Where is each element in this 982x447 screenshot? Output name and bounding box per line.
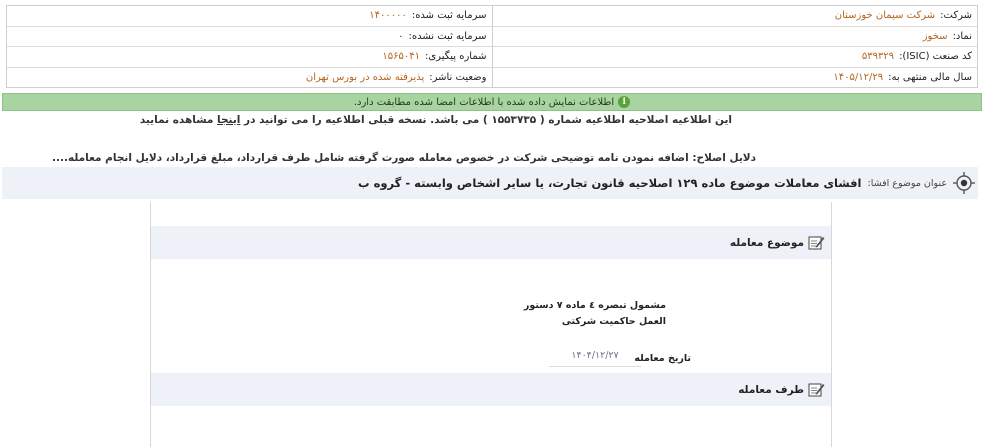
section-deal-party: طرف معامله [151,373,831,406]
info-icon: i [618,96,631,108]
verification-notice: i اطلاعات نمایش داده شده با اطلاعات امضا… [2,93,982,111]
publisher-status-label: وضعیت ناشر: [429,71,487,83]
info-row-isic: کد صنعت (ISIC): ۵۳۹۳۲۹ [492,47,977,68]
deal-date-value: ۱۴۰۴/۱۲/۲۷ [549,350,641,367]
disclosure-subject-label: عنوان موضوع افشا: [867,177,948,189]
verification-notice-text: اطلاعات نمایش داده شده با اطلاعات امضا ش… [353,96,615,108]
info-row-registered-capital: سرمایه ثبت شده: ۱۴۰۰۰۰۰ [7,6,492,27]
section-deal-subject: موضوع معامله [151,226,831,259]
correction-notice: این اطلاعیه اصلاحیه اطلاعیه شماره ( ۱۵۵۳… [140,114,732,128]
correction-reasons: دلایل اصلاح: اضافه نمودن نامه توضیحی شرک… [52,152,756,164]
correction-text-start: این اطلاعیه اصلاحیه اطلاعیه شماره ( ۱۵۵۳… [240,114,732,126]
registered-capital-label: سرمایه ثبت شده: [411,10,487,22]
section-deal-party-title: طرف معامله [738,383,804,396]
company-info-table: شرکت: شرکت سیمان خوزستان نماد: سخوز کد ص… [6,5,978,88]
tracking-number-value: ۱۵۶۵۰۴۱ [382,51,420,63]
info-row-company: شرکت: شرکت سیمان خوزستان [492,6,977,27]
info-row-tracking-number: شماره پیگیری: ۱۵۶۵۰۴۱ [7,47,492,68]
info-row-symbol: نماد: سخوز [492,27,977,47]
deal-subject-text: مشمول تبصره ٤ ماده ٧ دستور العمل حاکمیت … [523,300,666,327]
publisher-status-value: پذیرفته شده در بورس تهران [305,71,425,83]
fiscal-year-value: ۱۴۰۵/۱۲/۲۹ [833,71,884,83]
disclosure-subject-bar: عنوان موضوع افشا: افشای معاملات موضوع ما… [2,167,978,199]
isic-value: ۵۳۹۳۲۹ [861,51,895,63]
section-deal-subject-title: موضوع معامله [729,236,804,249]
target-icon [953,172,975,194]
edit-icon [808,236,825,250]
info-row-publisher-status: وضعیت ناشر: پذیرفته شده در بورس تهران [7,68,492,88]
info-row-unregistered-capital: سرمایه ثبت نشده: ۰ [7,27,492,47]
unregistered-capital-label: سرمایه ثبت نشده: [408,30,487,42]
symbol-label: نماد: [952,30,972,42]
info-column-left: سرمایه ثبت شده: ۱۴۰۰۰۰۰ سرمایه ثبت نشده:… [7,6,492,87]
info-column-right: شرکت: شرکت سیمان خوزستان نماد: سخوز کد ص… [491,6,978,88]
deal-date-label: تاریخ معامله [634,353,691,364]
company-value: شرکت سیمان خوزستان [834,10,936,22]
info-row-fiscal-year: سال مالی منتهی به: ۱۴۰۵/۱۲/۲۹ [493,68,978,88]
correction-text-end: مشاهده نمایید [139,114,218,126]
edit-icon [808,383,825,397]
unregistered-capital-value: ۰ [398,30,404,42]
isic-label: کد صنعت (ISIC): [899,51,972,63]
disclosure-subject-value: افشای معاملات موضوع ماده ۱۲۹ اصلاحیه قان… [358,176,862,190]
previous-version-link[interactable]: اینجا [217,114,240,126]
content-panel: موضوع معامله مشمول تبصره ٤ ماده ٧ دستور … [150,202,832,447]
symbol-value: سخوز [922,30,948,42]
fiscal-year-label: سال مالی منتهی به: [888,71,972,83]
company-label: شرکت: [940,10,972,22]
registered-capital-value: ۱۴۰۰۰۰۰ [369,10,407,22]
tracking-number-label: شماره پیگیری: [424,51,487,63]
